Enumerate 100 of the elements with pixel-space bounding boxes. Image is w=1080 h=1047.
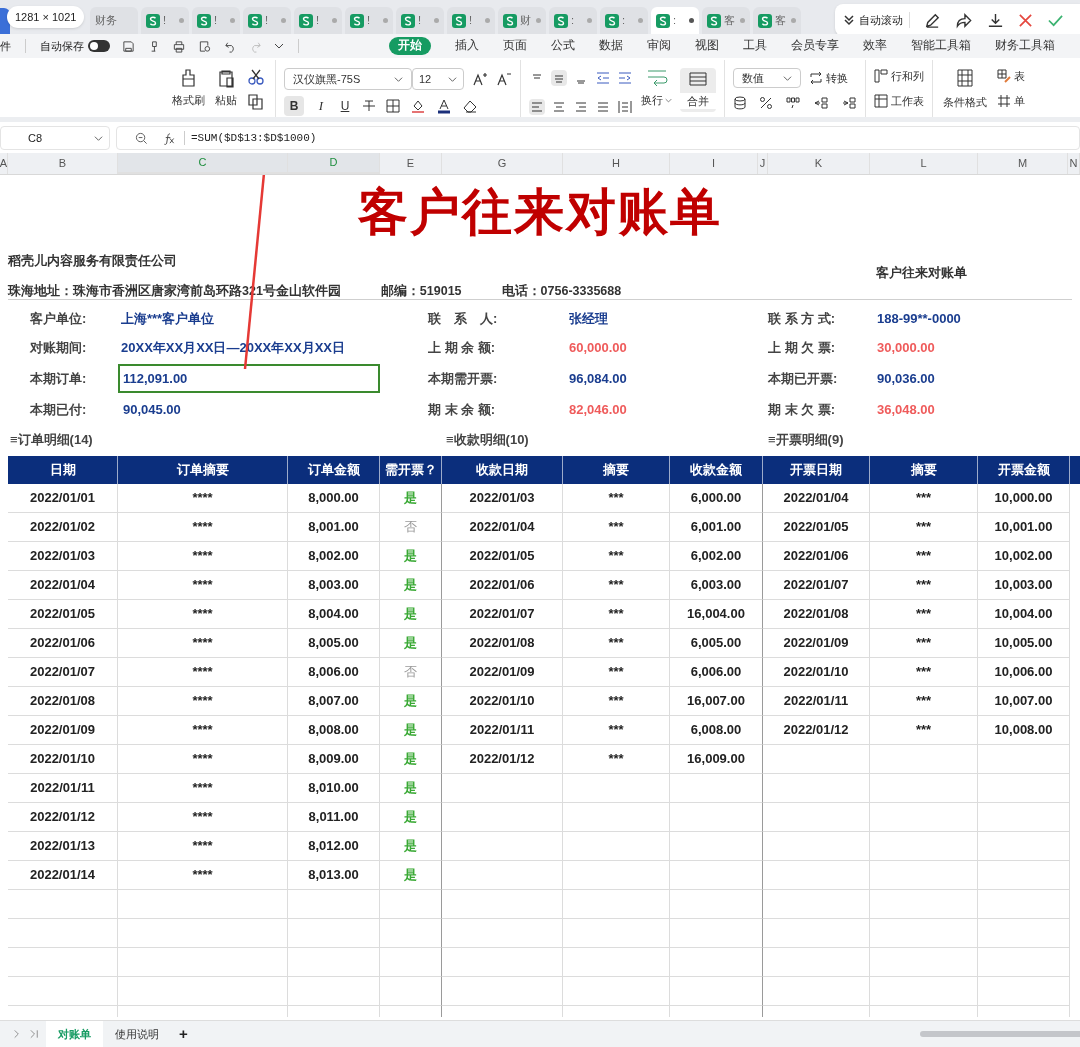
paste-button[interactable]: 粘贴	[215, 68, 237, 117]
browser-tab[interactable]: :	[651, 7, 699, 34]
pencil-icon[interactable]	[924, 11, 941, 29]
menu-tab[interactable]: 智能工具箱	[911, 37, 971, 55]
column-header[interactable]: N	[1068, 153, 1080, 174]
wrap-button[interactable]: 换行	[641, 92, 672, 109]
selected-cell[interactable]: 112,091.00	[118, 364, 380, 393]
menu-tab[interactable]: 插入	[455, 37, 479, 55]
close-dot-icon[interactable]	[383, 18, 388, 23]
close-dot-icon[interactable]	[791, 18, 796, 23]
close-dot-icon[interactable]	[689, 18, 694, 23]
column-header[interactable]: G	[442, 153, 563, 174]
browser-tab[interactable]: !	[141, 7, 189, 34]
save-icon[interactable]	[122, 39, 135, 53]
eraser-icon[interactable]	[462, 98, 478, 114]
close-dot-icon[interactable]	[332, 18, 337, 23]
file-menu[interactable]: 件	[0, 37, 11, 55]
column-header[interactable]: L	[870, 153, 978, 174]
fill-color-icon[interactable]	[410, 98, 426, 114]
decrease-font-icon[interactable]	[496, 71, 512, 87]
conditional-format-button[interactable]: 条件格式	[943, 68, 987, 117]
column-header[interactable]: E	[380, 153, 442, 174]
bold-button[interactable]: B	[284, 96, 304, 116]
align-middle-icon[interactable]	[551, 70, 567, 87]
table-style-button[interactable]: 表	[997, 68, 1025, 85]
browser-tab[interactable]: 财务	[90, 7, 138, 34]
border-icon[interactable]	[386, 99, 400, 113]
column-header[interactable]: K	[768, 153, 870, 174]
strikethrough-icon[interactable]	[362, 99, 376, 113]
close-icon[interactable]	[1018, 12, 1033, 28]
column-header[interactable]: M	[978, 153, 1068, 174]
font-color-icon[interactable]	[436, 98, 452, 114]
sheet-tab[interactable]: 使用说明	[103, 1021, 171, 1047]
outdent-icon[interactable]	[595, 70, 611, 87]
italic-button[interactable]: I	[314, 96, 328, 116]
percent-icon[interactable]	[759, 96, 773, 110]
number-format-dropdown[interactable]: 数值	[733, 68, 801, 88]
menu-tab[interactable]: 数据	[599, 37, 623, 55]
close-dot-icon[interactable]	[638, 18, 643, 23]
close-dot-icon[interactable]	[740, 18, 745, 23]
autosave-toggle[interactable]	[88, 40, 110, 52]
column-header[interactable]: I	[670, 153, 758, 174]
auto-scroll-button[interactable]: 自动滚动	[843, 11, 910, 29]
close-dot-icon[interactable]	[434, 18, 439, 23]
add-sheet-button[interactable]: +	[179, 1022, 188, 1046]
copy-icon[interactable]	[247, 94, 265, 110]
menu-tab[interactable]: 工具	[743, 37, 767, 55]
distribute-icon[interactable]	[617, 98, 633, 115]
browser-tab[interactable]: !	[192, 7, 240, 34]
browser-tab[interactable]: !	[345, 7, 393, 34]
download-icon[interactable]	[987, 11, 1004, 29]
browser-tab[interactable]: !	[294, 7, 342, 34]
check-icon[interactable]	[1047, 12, 1064, 28]
convert-button[interactable]: 转换	[809, 69, 848, 87]
menu-tab[interactable]: 审阅	[647, 37, 671, 55]
format-painter-button[interactable]: 格式刷	[172, 68, 205, 117]
function-icon[interactable]	[162, 131, 176, 145]
browser-tab[interactable]: :	[600, 7, 648, 34]
rows-columns-button[interactable]: 行和列	[874, 68, 924, 85]
close-dot-icon[interactable]	[179, 18, 184, 23]
browser-tab[interactable]: 财	[498, 7, 546, 34]
browser-tab[interactable]: :	[549, 7, 597, 34]
menu-tab[interactable]: 会员专享	[791, 37, 839, 55]
browser-tab[interactable]: !	[243, 7, 291, 34]
close-dot-icon[interactable]	[485, 18, 490, 23]
chevron-down-icon[interactable]	[274, 41, 284, 51]
menu-tab[interactable]: 效率	[863, 37, 887, 55]
selected-cell[interactable]: 90,045.00	[118, 395, 380, 424]
increase-decimal-icon[interactable]	[813, 96, 829, 110]
browser-tab[interactable]: 客	[753, 7, 801, 34]
font-size-dropdown[interactable]: 12	[412, 68, 464, 90]
increase-font-icon[interactable]	[472, 71, 488, 87]
column-header[interactable]: J	[758, 153, 768, 174]
last-sheet-icon[interactable]	[29, 1029, 40, 1039]
cell-button[interactable]: 单	[997, 92, 1025, 109]
column-header[interactable]: H	[563, 153, 670, 174]
menu-tab[interactable]: 公式	[551, 37, 575, 55]
menu-tab[interactable]: 视图	[695, 37, 719, 55]
column-header[interactable]: A	[0, 153, 8, 174]
share-icon[interactable]	[955, 11, 973, 29]
print-preview-icon[interactable]	[198, 39, 212, 53]
close-dot-icon[interactable]	[587, 18, 592, 23]
menu-tab[interactable]: 财务工具箱	[995, 37, 1055, 55]
thousands-separator-icon[interactable]	[785, 96, 801, 110]
menu-tab[interactable]: 页面	[503, 37, 527, 55]
worksheet-button[interactable]: 工作表	[874, 92, 924, 109]
wrap-text-icon[interactable]	[645, 68, 668, 86]
font-dropdown[interactable]: 汉仪旗黑-75S	[284, 68, 412, 90]
formula-field[interactable]: =SUM($D$13:$D$1000)	[116, 126, 1080, 150]
indent-icon[interactable]	[617, 70, 633, 87]
sheet-tab[interactable]: 对账单	[46, 1021, 103, 1047]
browser-tab[interactable]: 客	[702, 7, 750, 34]
menu-tab[interactable]: 开始	[389, 37, 431, 55]
print-icon[interactable]	[172, 39, 186, 53]
align-left-icon[interactable]	[529, 98, 545, 115]
browser-tab[interactable]	[0, 8, 10, 34]
name-box[interactable]: C8	[0, 126, 110, 150]
database-icon[interactable]	[733, 96, 747, 110]
close-dot-icon[interactable]	[536, 18, 541, 23]
merge-button[interactable]: 合并	[680, 68, 716, 112]
